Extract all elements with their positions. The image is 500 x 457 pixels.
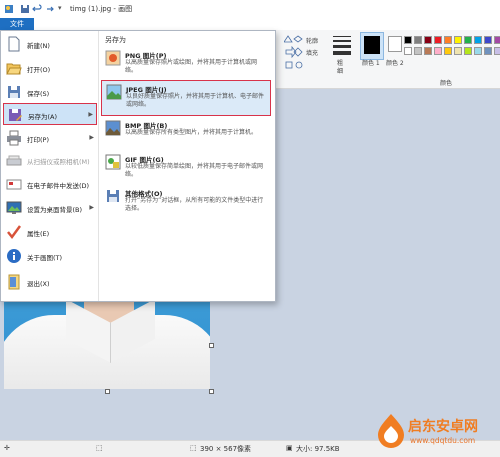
selection-size-icon: ⬚ bbox=[96, 444, 103, 452]
resize-handle-right[interactable] bbox=[209, 343, 214, 348]
save-as-header: 另存为 bbox=[105, 36, 126, 44]
menu-item-scanner[interactable]: 从扫描仪或照相机(M) bbox=[3, 149, 97, 171]
jpeg-image-icon bbox=[106, 84, 122, 100]
paint-app-icon bbox=[5, 5, 13, 13]
cursor-position-icon: ✛ bbox=[4, 444, 10, 452]
fill-button[interactable]: 填充 bbox=[306, 48, 318, 57]
shapes-icon bbox=[283, 35, 303, 69]
image-dimensions: 390 × 567像素 bbox=[200, 445, 252, 453]
format-bmp[interactable]: BMP 图片(B) 以高质量保存所有类型图片，并将其用于计算机。 bbox=[101, 117, 271, 151]
color-swatch[interactable] bbox=[474, 47, 482, 55]
resize-handle-corner[interactable] bbox=[209, 389, 214, 394]
email-icon bbox=[6, 179, 22, 190]
redo-icon[interactable] bbox=[44, 4, 54, 14]
color-swatch[interactable] bbox=[444, 36, 452, 44]
gif-image-icon bbox=[105, 154, 121, 170]
submenu-arrow-icon: ▶ bbox=[89, 134, 94, 141]
color2-button[interactable] bbox=[388, 36, 402, 52]
color1-button[interactable] bbox=[360, 32, 384, 60]
tab-file[interactable]: 文件 bbox=[0, 18, 34, 30]
color-swatch[interactable] bbox=[414, 36, 422, 44]
color2-label: 颜色 2 bbox=[386, 60, 404, 67]
customize-toolbar-icon[interactable]: ▾ bbox=[58, 4, 62, 12]
menu-item-open[interactable]: 打开(O) bbox=[3, 57, 97, 79]
watermark-title: 启东安卓网 bbox=[408, 419, 478, 435]
exit-icon bbox=[8, 274, 20, 290]
color-swatch[interactable] bbox=[444, 47, 452, 55]
menu-item-save-as[interactable]: 另存为(A) ▶ bbox=[3, 103, 97, 125]
submenu-arrow-icon: ▶ bbox=[89, 204, 94, 211]
menu-item-about[interactable]: 关于画图(T) bbox=[3, 245, 97, 267]
color-swatch[interactable] bbox=[464, 47, 472, 55]
format-jpeg[interactable]: JPEG 图片(J) 以良好质量保存照片，并将其用于计算机、电子邮件或网络。 bbox=[101, 80, 271, 116]
save-icon bbox=[8, 86, 20, 98]
png-image-icon bbox=[105, 50, 121, 66]
title-bar: ▾ timg (1).jpg - 画图 bbox=[0, 0, 500, 19]
menu-item-new[interactable]: 新建(N) bbox=[3, 33, 97, 55]
colors-group-label: 颜色 bbox=[440, 80, 453, 87]
submenu-arrow-icon: ▶ bbox=[88, 111, 93, 118]
menu-item-email[interactable]: 在电子邮件中发送(D) bbox=[3, 173, 97, 195]
color-swatch[interactable] bbox=[424, 36, 432, 44]
undo-icon[interactable] bbox=[32, 4, 42, 14]
format-other[interactable]: 其他格式(O) 打开“另存为”对话框，从所有可能的文件类型中进行选择。 bbox=[101, 185, 271, 219]
menu-item-save[interactable]: 保存(S) bbox=[3, 81, 97, 103]
color-swatch[interactable] bbox=[484, 36, 492, 44]
color-swatch[interactable] bbox=[454, 36, 462, 44]
save-as-submenu: 另存为 PNG 图片(P) 以高质量保存照片或绘图，并将其用于计算机或网络。 J… bbox=[99, 31, 275, 301]
watermark-logo-icon bbox=[378, 414, 404, 448]
color-swatch[interactable] bbox=[454, 47, 462, 55]
menu-item-desktop-background[interactable]: 设置为桌面背景(B) ▶ bbox=[3, 197, 97, 219]
color-swatch[interactable] bbox=[404, 47, 412, 55]
menu-item-exit[interactable]: 退出(X) bbox=[3, 271, 97, 293]
color-swatch[interactable] bbox=[494, 36, 500, 44]
bmp-image-icon bbox=[105, 120, 121, 136]
outline-button[interactable]: 轮廓 bbox=[306, 36, 318, 45]
menu-item-print[interactable]: 打印(P) ▶ bbox=[3, 127, 97, 149]
other-formats-icon bbox=[107, 190, 119, 202]
file-size: 大小: 97.5KB bbox=[296, 445, 340, 453]
save-quick-icon[interactable] bbox=[20, 4, 30, 14]
color-swatch[interactable] bbox=[484, 47, 492, 55]
canvas-image[interactable] bbox=[4, 301, 210, 389]
size-label[interactable]: 粗细 bbox=[337, 60, 347, 76]
image-size-icon: ⬚ bbox=[190, 444, 197, 452]
new-file-icon bbox=[8, 36, 20, 52]
window-title: timg (1).jpg - 画图 bbox=[70, 5, 133, 13]
properties-icon bbox=[7, 225, 22, 240]
desktop-icon bbox=[6, 201, 22, 214]
menu-item-properties[interactable]: 属性(E) bbox=[3, 221, 97, 243]
watermark: 启东安卓网 www.qdqtdu.com bbox=[372, 408, 498, 456]
color-swatch[interactable] bbox=[414, 47, 422, 55]
resize-handle-bottom[interactable] bbox=[105, 389, 110, 394]
color-swatch[interactable] bbox=[434, 36, 442, 44]
save-as-icon bbox=[9, 109, 22, 121]
scanner-icon bbox=[6, 155, 22, 166]
color-swatch[interactable] bbox=[494, 47, 500, 55]
file-size-icon: ▣ bbox=[286, 444, 293, 452]
format-png[interactable]: PNG 图片(P) 以高质量保存照片或绘图，并将其用于计算机或网络。 bbox=[101, 47, 271, 81]
color-swatch[interactable] bbox=[404, 36, 412, 44]
color-swatch[interactable] bbox=[474, 36, 482, 44]
print-icon bbox=[7, 130, 21, 146]
shapes-gallery[interactable] bbox=[283, 34, 304, 74]
size-icon[interactable] bbox=[333, 34, 351, 55]
color-swatch[interactable] bbox=[424, 47, 432, 55]
format-gif[interactable]: GIF 图片(G) 以较低质量保存简单绘图，并将其用于电子邮件或网络。 bbox=[101, 151, 271, 185]
about-icon bbox=[7, 249, 21, 263]
color1-label: 颜色 1 bbox=[362, 60, 380, 67]
color-swatch[interactable] bbox=[464, 36, 472, 44]
ribbon-tab-row bbox=[0, 18, 500, 30]
open-folder-icon bbox=[6, 63, 22, 75]
watermark-url: www.qdqtdu.com bbox=[410, 436, 476, 445]
color-swatch[interactable] bbox=[434, 47, 442, 55]
file-menu: 新建(N) 打开(O) 保存(S) 另存为(A) ▶ 打印(P) ▶ 从扫描仪或… bbox=[0, 30, 276, 302]
file-menu-commands: 新建(N) 打开(O) 保存(S) 另存为(A) ▶ 打印(P) ▶ 从扫描仪或… bbox=[1, 31, 99, 301]
